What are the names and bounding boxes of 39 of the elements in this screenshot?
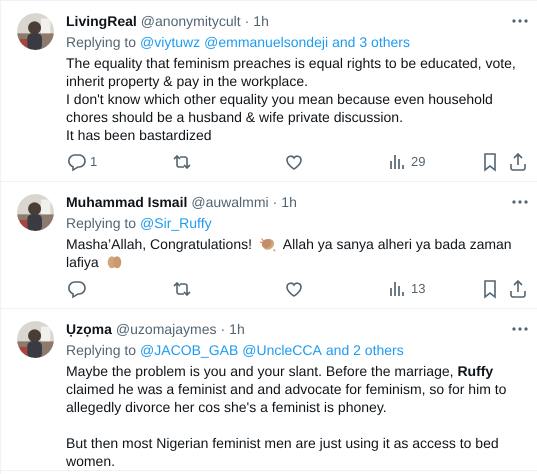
- speech-bubble-icon: [66, 152, 86, 172]
- tweet-time[interactable]: 1h: [281, 193, 297, 211]
- tweet-text: lafiya: [66, 253, 99, 271]
- author-name[interactable]: Ụzọma: [66, 320, 112, 338]
- tweet-text: Maybe the problem is you and your slant. Before the marriage, Ruffy claimed he was a feminist and and advocate for feminism, so for him to allegedly divorce her cos she's a feminist is phoney. But then most Nigerian feminist men are just using it as access to bed women.: [66, 362, 508, 470]
- reply-button[interactable]: 1: [66, 152, 98, 172]
- views-button[interactable]: 13: [387, 279, 426, 299]
- tweet-text: Allah ya sanya alheri ya bada zaman: [282, 235, 512, 253]
- tweet-text: Masha’Allah, Congratulations!: [66, 235, 252, 253]
- separator-dot: ·: [272, 193, 278, 211]
- more-options-icon[interactable]: [512, 200, 528, 204]
- tweet-time[interactable]: 1h: [229, 320, 245, 338]
- retweet-button[interactable]: [172, 279, 192, 299]
- tweet-text: The equality that feminism preaches is equal rights to be educated, vote, inherit property & pay in the workplace. I don't know which other equality you mean because even household chores should be a husband & wife private discussion. It has been bastardized: [66, 54, 517, 144]
- share-button[interactable]: [508, 279, 528, 299]
- replying-label: Replying to: [66, 214, 136, 232]
- author-name[interactable]: Muhammad Ismail: [66, 193, 188, 211]
- author-handle[interactable]: @anonymitycult: [140, 12, 241, 30]
- retweet-icon: [172, 152, 192, 172]
- share-button[interactable]: [508, 152, 528, 172]
- replying-label: Replying to: [66, 341, 136, 359]
- separator-dot: ·: [244, 12, 250, 30]
- views-button[interactable]: 29: [387, 152, 426, 172]
- retweet-icon: [172, 279, 192, 299]
- replying-label: Replying to: [66, 33, 136, 51]
- reply-button[interactable]: [66, 279, 86, 299]
- share-icon: [508, 152, 528, 172]
- author-handle[interactable]: @uzomajaymes: [116, 320, 216, 338]
- author-name[interactable]: LivingReal: [66, 12, 137, 30]
- retweet-button[interactable]: [172, 152, 192, 172]
- bar-chart-icon: [387, 152, 407, 172]
- more-options-icon[interactable]: [512, 19, 528, 23]
- share-icon: [508, 279, 528, 299]
- author-handle[interactable]: @auwalmmi: [191, 193, 269, 211]
- speech-bubble-icon: [66, 279, 86, 299]
- separator-dot: ·: [220, 320, 226, 338]
- bar-chart-icon: [387, 279, 407, 299]
- more-options-icon[interactable]: [512, 327, 528, 331]
- tweet-time[interactable]: 1h: [253, 12, 269, 30]
